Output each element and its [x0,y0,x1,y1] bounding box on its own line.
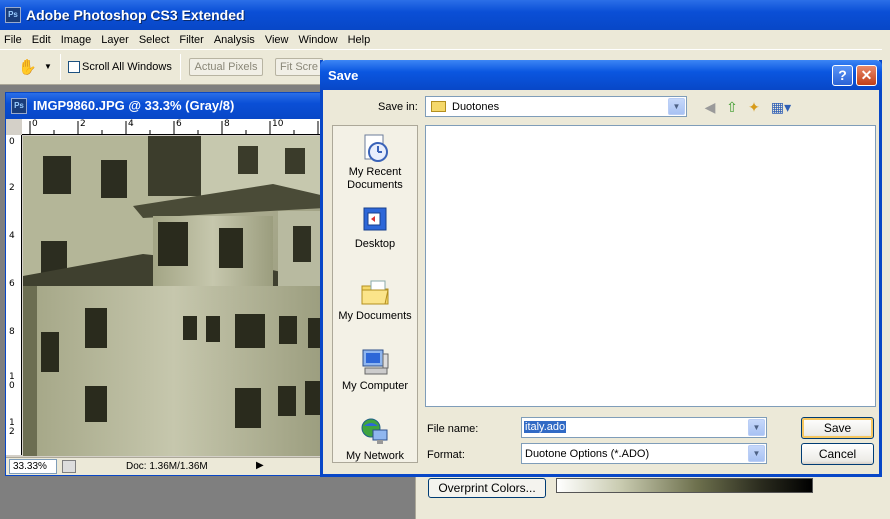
menu-help[interactable]: Help [348,34,371,46]
workspace-edge [882,49,890,474]
tool-preset-dropdown-icon[interactable]: ▼ [44,62,52,71]
my-documents-icon [361,280,389,305]
photoshop-logo-icon: Ps [11,98,27,114]
document-title: IMGP9860.JPG @ 33.3% (Gray/8) [33,98,235,113]
doc-size: Doc: 1.36M/1.36M [126,461,208,472]
new-folder-icon[interactable]: ✦ [745,98,763,116]
places-bar: My Recent Documents Desktop My Documents [332,125,418,463]
menu-file[interactable]: File [4,34,22,46]
navigator-icon[interactable] [62,460,76,473]
dialog-title: Save [328,68,359,83]
ruler-tick-label: 2 [80,119,86,129]
building-photo [23,136,325,456]
place-label: My Network [345,450,405,462]
desktop-icon [363,207,387,231]
place-my-computer[interactable]: My Computer [333,346,417,393]
ruler-tick-label: 8 [224,119,230,129]
ruler-tick-label: 4 [9,231,15,241]
chevron-down-icon[interactable]: ▼ [748,419,765,436]
format-value: Duotone Options (*.ADO) [525,448,650,460]
folder-icon [431,101,446,112]
ruler-tick-label: 2 [9,183,15,193]
file-name-label: File name: [427,423,479,435]
ruler-tick-label: 0 [32,119,38,129]
ruler-tick-label: 10 [272,119,284,129]
document-window: Ps IMGP9860.JPG @ 33.3% (Gray/8) 0 2 4 6… [5,92,325,476]
fit-screen-button[interactable]: Fit Scre [275,58,323,76]
overprint-colors-button[interactable]: Overprint Colors... [428,478,546,498]
document-status-bar: 33.33% Doc: 1.36M/1.36M ▶ [6,457,324,475]
menu-filter[interactable]: Filter [179,34,203,46]
duotone-options-panel: Overprint Colors... [415,474,890,519]
ruler-tick-label: 6 [9,279,15,289]
file-list[interactable] [425,125,876,407]
save-in-value: Duotones [452,101,500,113]
place-label: My Recent Documents [347,166,403,191]
place-my-documents[interactable]: My Documents [333,276,417,323]
menu-analysis[interactable]: Analysis [214,34,255,46]
up-folder-icon[interactable]: ⇧ [723,98,741,116]
photoshop-logo-icon: Ps [5,7,21,23]
menu-image[interactable]: Image [61,34,92,46]
place-desktop[interactable]: Desktop [333,204,417,251]
recent-documents-icon [364,134,388,162]
place-my-network[interactable]: My Network [333,416,417,463]
document-titlebar[interactable]: Ps IMGP9860.JPG @ 33.3% (Gray/8) [6,93,324,119]
options-separator [180,54,181,80]
close-button[interactable]: ✕ [856,65,877,86]
save-dialog-titlebar[interactable]: Save ? ✕ [320,60,882,90]
place-label: My Computer [341,380,409,392]
my-network-icon [361,418,388,444]
zoom-field[interactable]: 33.33% [9,459,57,474]
menu-edit[interactable]: Edit [32,34,51,46]
chevron-down-icon[interactable]: ▼ [668,98,685,115]
save-in-dropdown[interactable]: Duotones ▼ [425,96,687,117]
duotone-color-ramp [556,478,813,493]
image-canvas[interactable] [23,136,325,456]
ruler-tick-label: 0 [9,137,15,147]
actual-pixels-button[interactable]: Actual Pixels [189,58,263,76]
ruler-tick-label: 1 2 [9,418,15,437]
place-label: My Documents [338,310,412,322]
options-separator [60,54,61,80]
back-icon[interactable]: ◀ [701,98,719,116]
view-menu-icon[interactable]: ▦▾ [769,98,793,116]
menu-select[interactable]: Select [139,34,170,46]
status-menu-arrow-icon[interactable]: ▶ [256,460,264,471]
save-in-label: Save in: [378,101,418,113]
file-name-value: italy.ado [524,421,567,433]
ruler-tick-label: 1 0 [9,372,15,391]
format-dropdown[interactable]: Duotone Options (*.ADO) ▼ [521,443,767,464]
place-recent-documents[interactable]: My Recent Documents [333,132,417,192]
photoshop-titlebar: Ps Adobe Photoshop CS3 Extended [0,0,890,30]
app-title: Adobe Photoshop CS3 Extended [26,7,245,23]
chevron-down-icon[interactable]: ▼ [748,445,765,462]
cancel-button[interactable]: Cancel [801,443,874,465]
save-dialog: Save ? ✕ Save in: Duotones ▼ ◀ ⇧ ✦ ▦▾ My… [320,60,882,477]
scroll-all-windows-label: Scroll All Windows [82,61,172,73]
menu-view[interactable]: View [265,34,289,46]
hand-tool-icon[interactable]: ✋ [18,58,37,76]
save-button[interactable]: Save [801,417,874,439]
ruler-tick-label: 8 [9,327,15,337]
ruler-tick-label: 6 [176,119,182,129]
menu-layer[interactable]: Layer [101,34,129,46]
my-computer-icon [362,349,389,375]
help-button[interactable]: ? [832,65,853,86]
place-label: Desktop [354,238,396,250]
horizontal-ruler[interactable]: 0 2 4 6 8 10 [22,119,325,135]
format-label: Format: [427,449,465,461]
scroll-all-windows-checkbox[interactable] [68,61,80,73]
menu-window[interactable]: Window [298,34,337,46]
vertical-ruler[interactable]: 0 2 4 6 8 1 0 1 2 [6,135,22,455]
ruler-tick-label: 4 [128,119,134,129]
menu-bar: File Edit Image Layer Select Filter Anal… [0,30,890,49]
file-name-input[interactable]: italy.ado ▼ [521,417,767,438]
